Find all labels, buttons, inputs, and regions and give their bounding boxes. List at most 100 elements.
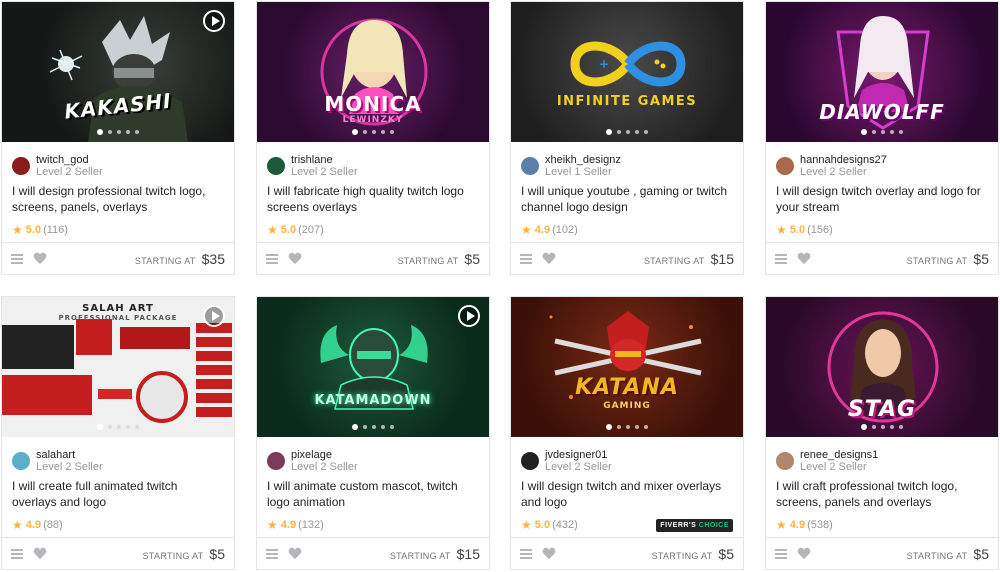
gig-price: $5 <box>718 545 734 562</box>
gig-price: $5 <box>209 545 225 562</box>
gig-card[interactable]: MONICA LEWINZKY trishlane Level 2 Seller… <box>256 1 490 275</box>
starting-at-label: STARTING AT <box>389 550 451 561</box>
price-link[interactable]: STARTING AT $5 <box>907 546 989 562</box>
heart-icon[interactable] <box>33 252 47 265</box>
price-link[interactable]: STARTING AT $5 <box>143 546 225 562</box>
collections-menu-icon[interactable] <box>775 253 787 264</box>
seller-avatar[interactable] <box>521 156 539 175</box>
gig-rating: ★ 5.0 (207) <box>257 219 489 241</box>
gig-thumbnail[interactable]: STAG <box>766 297 998 437</box>
heart-icon[interactable] <box>797 252 811 265</box>
gig-title-link[interactable]: I will craft professional twitch logo, s… <box>766 475 998 514</box>
collections-menu-icon[interactable] <box>11 548 23 559</box>
rating-score: 5.0 <box>25 224 42 236</box>
gig-card[interactable]: SALAH ART PROFESSIONAL PACKAGE salahart … <box>1 296 235 570</box>
heart-icon[interactable] <box>33 547 47 560</box>
collections-menu-icon[interactable] <box>520 253 532 264</box>
seller-avatar[interactable] <box>521 451 539 470</box>
thumbnail-subtext: LEWINZKY <box>342 115 404 125</box>
seller-name[interactable]: pixelage <box>291 449 358 461</box>
seller-info: xheikh_designz Level 1 Seller <box>511 142 743 180</box>
gig-title-link[interactable]: I will design twitch and mixer overlays … <box>511 475 743 514</box>
gig-price: $15 <box>456 545 480 562</box>
seller-avatar[interactable] <box>776 451 794 470</box>
gig-price: $5 <box>973 545 989 562</box>
review-count: (132) <box>298 519 324 531</box>
gig-title-link[interactable]: I will create full animated twitch overl… <box>2 475 234 514</box>
gig-price: $15 <box>710 250 734 267</box>
carousel-dots[interactable] <box>511 129 743 135</box>
heart-icon[interactable] <box>797 547 811 560</box>
gig-card[interactable]: + INFINITE GAMES xheikh_designz Level 1 … <box>510 1 744 275</box>
gig-title-link[interactable]: I will fabricate high quality twitch log… <box>257 180 489 219</box>
review-count: (432) <box>552 519 578 531</box>
seller-level: Level 2 Seller <box>800 460 867 473</box>
collections-menu-icon[interactable] <box>11 253 23 264</box>
price-link[interactable]: STARTING AT $5 <box>398 251 480 267</box>
review-count: (102) <box>552 224 578 236</box>
gig-card[interactable]: KATANA GAMING jvdesigner01 Level 2 Selle… <box>510 296 744 570</box>
seller-name[interactable]: xheikh_designz <box>545 154 621 166</box>
carousel-dots[interactable] <box>766 129 998 135</box>
star-icon: ★ <box>12 518 23 532</box>
gig-card[interactable]: STAG renee_designs1 Level 2 Seller I wil… <box>765 296 999 570</box>
heart-icon[interactable] <box>288 252 302 265</box>
seller-avatar[interactable] <box>12 156 30 175</box>
gig-thumbnail[interactable]: MONICA LEWINZKY <box>257 2 489 142</box>
seller-avatar[interactable] <box>776 156 794 175</box>
gig-thumbnail[interactable]: KAKASHI <box>2 2 234 142</box>
gig-footer: STARTING AT $15 <box>511 242 743 274</box>
carousel-dots[interactable] <box>257 129 489 135</box>
price-link[interactable]: STARTING AT $35 <box>135 251 225 267</box>
gig-thumbnail[interactable]: KATAMADOWN <box>257 297 489 437</box>
collections-menu-icon[interactable] <box>266 253 278 264</box>
seller-name[interactable]: hannahdesigns27 <box>800 154 887 166</box>
gig-card[interactable]: KAKASHI twitch_god Level 2 Seller I will… <box>1 1 235 275</box>
gig-card[interactable]: KATAMADOWN pixelage Level 2 Seller I wil… <box>256 296 490 570</box>
seller-name[interactable]: trishlane <box>291 154 358 166</box>
star-icon: ★ <box>12 223 23 237</box>
collections-menu-icon[interactable] <box>266 548 278 559</box>
collections-menu-icon[interactable] <box>520 548 532 559</box>
gig-thumbnail[interactable]: KATANA GAMING <box>511 297 743 437</box>
carousel-dots[interactable] <box>766 424 998 430</box>
gig-rating: ★ 5.0 (116) <box>2 219 234 241</box>
seller-name[interactable]: salahart <box>36 449 103 461</box>
collections-menu-icon[interactable] <box>775 548 787 559</box>
gig-thumbnail[interactable]: DIAWOLFF <box>766 2 998 142</box>
seller-avatar[interactable] <box>12 451 30 470</box>
carousel-dots[interactable] <box>2 129 234 135</box>
seller-info: pixelage Level 2 Seller <box>257 437 489 475</box>
heart-icon[interactable] <box>542 252 556 265</box>
gig-title-link[interactable]: I will design twitch overlay and logo fo… <box>766 180 998 219</box>
thumbnail-text: DIAWOLFF <box>819 100 945 124</box>
gig-title-link[interactable]: I will unique youtube , gaming or twitch… <box>511 180 743 219</box>
play-video-icon[interactable] <box>458 305 480 327</box>
play-video-icon[interactable] <box>203 10 225 32</box>
seller-info: hannahdesigns27 Level 2 Seller <box>766 142 998 180</box>
seller-avatar[interactable] <box>267 451 285 470</box>
carousel-dots[interactable] <box>257 424 489 430</box>
heart-icon[interactable] <box>288 547 302 560</box>
gig-price: $5 <box>973 250 989 267</box>
price-link[interactable]: STARTING AT $15 <box>644 251 734 267</box>
seller-name[interactable]: twitch_god <box>36 154 103 166</box>
rating-score: 4.9 <box>280 519 297 531</box>
gig-thumbnail[interactable]: + INFINITE GAMES <box>511 2 743 142</box>
gig-thumbnail[interactable]: SALAH ART PROFESSIONAL PACKAGE <box>2 297 234 437</box>
starting-at-label: STARTING AT <box>906 550 968 561</box>
gig-title-link[interactable]: I will animate custom mascot, twitch log… <box>257 475 489 514</box>
heart-icon[interactable] <box>542 547 556 560</box>
seller-name[interactable]: jvdesigner01 <box>545 449 612 461</box>
carousel-dots[interactable] <box>2 424 234 430</box>
price-link[interactable]: STARTING AT $5 <box>907 251 989 267</box>
gig-card[interactable]: DIAWOLFF hannahdesigns27 Level 2 Seller … <box>765 1 999 275</box>
carousel-dots[interactable] <box>511 424 743 430</box>
seller-avatar[interactable] <box>267 156 285 175</box>
gig-title-link[interactable]: I will design professional twitch logo, … <box>2 180 234 219</box>
price-link[interactable]: STARTING AT $5 <box>652 546 734 562</box>
seller-name[interactable]: renee_designs1 <box>800 449 878 461</box>
star-icon: ★ <box>776 223 787 237</box>
play-video-icon[interactable] <box>203 305 225 327</box>
price-link[interactable]: STARTING AT $15 <box>390 546 480 562</box>
